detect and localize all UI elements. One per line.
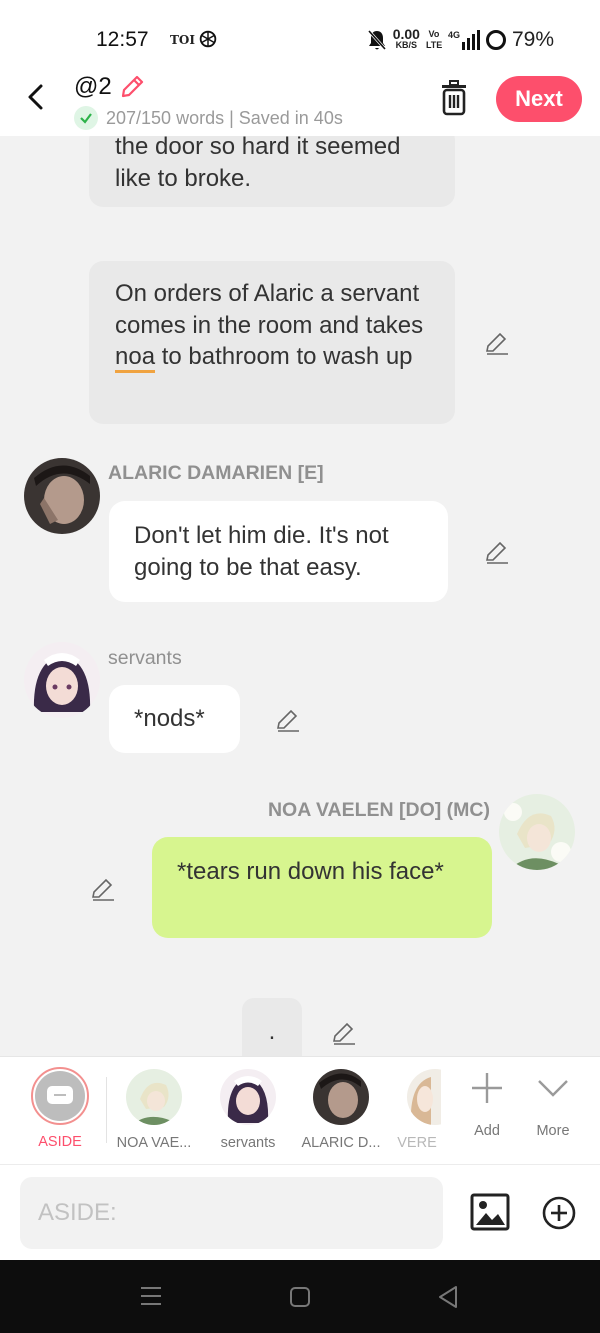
plus-icon — [472, 1073, 502, 1103]
add-character-button[interactable]: Add — [460, 1071, 514, 1139]
aside-ring — [31, 1067, 89, 1125]
avatar-noa-small — [126, 1069, 182, 1125]
speaker-name: ALARIC DAMARIEN [E] — [108, 462, 324, 484]
status-bar: 12:57 TOI 0.00 KB/S Vo LTE 4G 79% — [0, 0, 600, 70]
mc-message-bubble[interactable]: *tears run down his face* — [152, 837, 492, 938]
aside-input[interactable] — [20, 1177, 443, 1249]
add-circle-icon[interactable] — [541, 1195, 577, 1231]
spellcheck-underline[interactable]: noa — [115, 343, 156, 373]
chat-area[interactable]: the door so hard it seemed like to broke… — [0, 136, 600, 1056]
speaker-name: servants — [108, 647, 182, 669]
edit-message-icon[interactable] — [90, 876, 116, 902]
character-aside[interactable]: ASIDE — [26, 1067, 94, 1150]
back-button[interactable] — [22, 82, 52, 112]
edit-title-icon[interactable] — [118, 73, 146, 101]
edit-message-icon[interactable] — [484, 330, 510, 356]
battery-icon — [485, 30, 506, 50]
signal-icon: 4G — [448, 30, 480, 50]
trash-icon[interactable] — [438, 80, 470, 116]
image-icon[interactable] — [470, 1193, 510, 1231]
bell-muted-icon — [367, 30, 386, 50]
edit-message-icon[interactable] — [275, 707, 301, 733]
net-speed: 0.00 KB/S — [392, 26, 420, 50]
header: @2 207/150 words | Saved in 40s Next — [0, 70, 600, 136]
character-servants[interactable]: servants — [212, 1067, 284, 1151]
avatar-servants-small — [220, 1069, 276, 1125]
narration-bubble[interactable]: the door so hard it seemed like to broke… — [89, 136, 455, 207]
message-bubble[interactable]: Don't let him die. It's not going to be … — [109, 501, 448, 602]
status-right: 0.00 KB/S Vo LTE 4G 79% — [367, 26, 554, 52]
chat-bubble-icon — [47, 1086, 73, 1104]
recent-apps-icon[interactable] — [140, 1286, 162, 1306]
character-selector: ASIDE NOA VAE... servants ALARIC D... VE… — [0, 1056, 600, 1164]
input-row — [0, 1164, 600, 1260]
chevron-down-icon — [538, 1080, 568, 1097]
narration-bubble[interactable]: . — [242, 998, 302, 1056]
divider — [106, 1077, 107, 1143]
home-icon[interactable] — [289, 1286, 311, 1308]
avatar-noa[interactable] — [499, 794, 575, 870]
more-characters-button[interactable]: More — [526, 1071, 580, 1139]
avatar-servants[interactable] — [24, 642, 100, 718]
system-nav-bar — [0, 1260, 600, 1333]
edit-message-icon[interactable] — [331, 1020, 357, 1046]
avatar-alaric-small — [313, 1069, 369, 1125]
narration-bubble[interactable]: On orders of Alaric a servant comes in t… — [89, 261, 455, 424]
avatar-vere-small — [407, 1069, 441, 1125]
volte-indicator: Vo LTE — [425, 29, 443, 50]
character-alaric[interactable]: ALARIC D... — [298, 1067, 384, 1151]
save-status: 207/150 words | Saved in 40s — [74, 106, 343, 130]
page-title: @2 — [74, 73, 112, 100]
next-button[interactable]: Next — [496, 76, 582, 122]
back-nav-icon[interactable] — [437, 1285, 459, 1309]
toi-app-icon: TOI — [170, 33, 195, 47]
word-count-status: 207/150 words | Saved in 40s — [106, 107, 343, 128]
edit-message-icon[interactable] — [484, 539, 510, 565]
speaker-name: NOA VAELEN [DO] (MC) — [267, 799, 490, 821]
chatgpt-icon — [199, 30, 217, 48]
battery-percent: 79% — [511, 28, 554, 51]
check-icon — [74, 106, 98, 130]
message-bubble[interactable]: *nods* — [109, 685, 240, 753]
character-noa[interactable]: NOA VAE... — [110, 1067, 198, 1151]
character-vere[interactable]: VERE — [393, 1067, 441, 1151]
status-time: 12:57 — [96, 28, 149, 51]
avatar-alaric[interactable] — [24, 458, 100, 534]
